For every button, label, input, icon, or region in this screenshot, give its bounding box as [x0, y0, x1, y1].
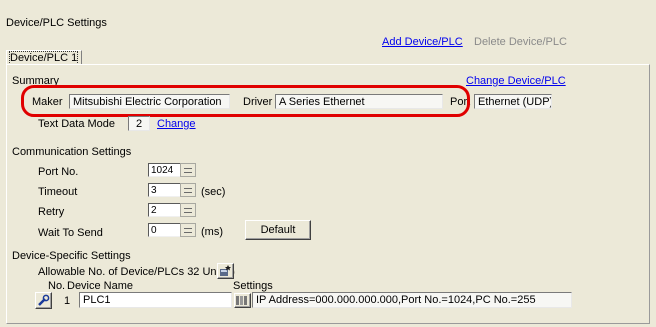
retry-label: Retry [38, 206, 65, 218]
add-device-plc-link[interactable]: Add Device/PLC [382, 36, 463, 48]
port-no-input[interactable]: 1024 [148, 163, 181, 177]
col-device-name-header: Device Name [67, 280, 134, 292]
device-settings-field: IP Address=000.000.000.000,Port No.=1024… [252, 292, 572, 308]
retry-spinner[interactable] [180, 203, 196, 217]
device-specific-settings-heading: Device-Specific Settings [12, 250, 131, 262]
timeout-input[interactable]: 3 [148, 183, 181, 197]
device-settings-icon[interactable] [234, 293, 251, 308]
wait-to-send-unit: (ms) [201, 226, 223, 238]
allowable-row: Allowable No. of Device/PLCs 32 Unit(s) [38, 266, 235, 278]
wait-to-send-label: Wait To Send [38, 227, 103, 239]
add-device-glyph-icon [220, 265, 231, 276]
port-no-spinner[interactable] [180, 163, 196, 177]
default-button[interactable]: Default [245, 220, 311, 240]
device-wrench-icon[interactable] [35, 292, 52, 309]
port-no-label: Port No. [38, 166, 79, 178]
retry-input[interactable]: 2 [148, 203, 181, 217]
tab-device-plc-1[interactable]: Device/PLC 1 [6, 50, 83, 65]
tab-label: Device/PLC 1 [8, 51, 79, 65]
timeout-spinner[interactable] [180, 183, 196, 197]
text-data-mode-field: 2 [128, 116, 150, 131]
timeout-label: Timeout [38, 186, 78, 198]
wait-to-send-input[interactable]: 0 [148, 223, 181, 237]
device-row-no: 1 [64, 295, 71, 307]
wait-to-send-spinner[interactable] [180, 223, 196, 237]
wrench-icon [38, 294, 50, 306]
add-device-icon[interactable] [217, 263, 234, 279]
col-settings-header: Settings [233, 280, 273, 292]
device-name-input[interactable]: PLC1 [79, 292, 232, 308]
communication-settings-heading: Communication Settings [12, 146, 132, 158]
text-data-mode-label: Text Data Mode [38, 118, 116, 130]
port-field: Ethernet (UDP) [474, 94, 552, 109]
col-no-header: No. [48, 280, 66, 292]
change-device-plc-link[interactable]: Change Device/PLC [466, 75, 566, 87]
page-title: Device/PLC Settings [6, 17, 107, 29]
text-data-mode-change-link[interactable]: Change [157, 118, 196, 130]
timeout-unit: (sec) [201, 186, 226, 198]
delete-device-plc-link[interactable]: Delete Device/PLC [474, 36, 567, 48]
allowable-label: Allowable No. of Device/PLCs [38, 266, 185, 278]
highlight-outline [21, 85, 470, 117]
settings-list-icon [236, 296, 247, 305]
